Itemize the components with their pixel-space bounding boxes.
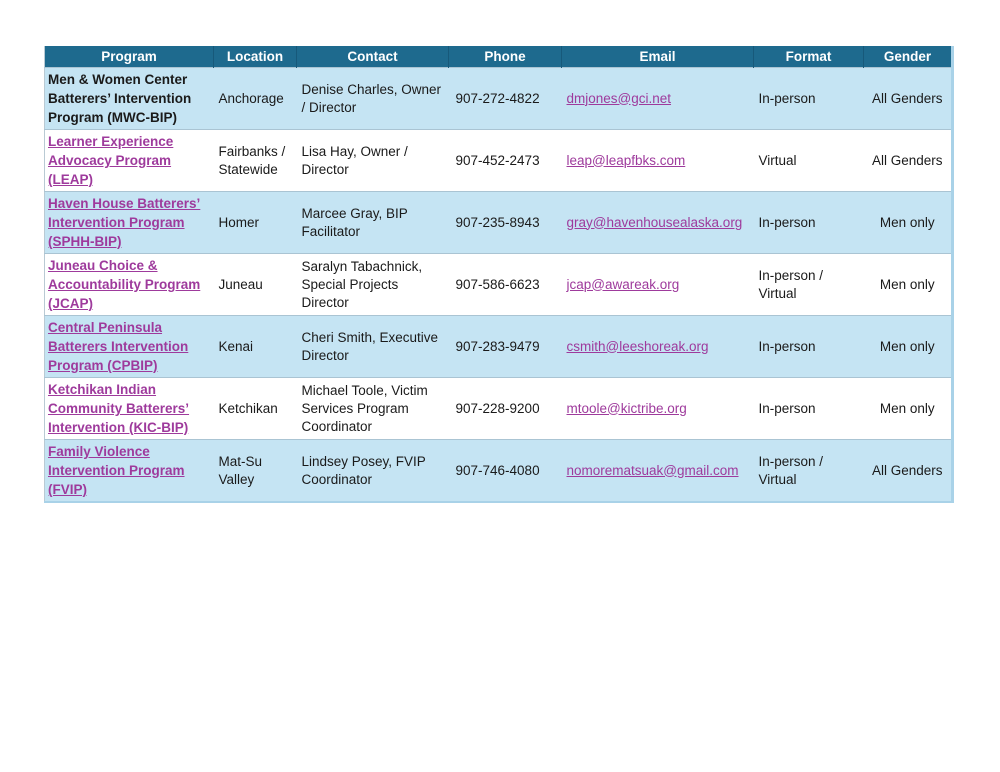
location-cell: Fairbanks / Statewide [214,130,297,192]
gender-cell: All Genders [864,68,953,130]
phone-cell: 907-452-2473 [449,130,562,192]
location-cell: Anchorage [214,68,297,130]
email-cell: leap@leapfbks.com [562,130,754,192]
column-header-phone: Phone [449,46,562,68]
gender-cell: All Genders [864,130,953,192]
email-link[interactable]: jcap@awareak.org [567,277,680,292]
program-cell: Central Peninsula Batterers Intervention… [45,316,214,378]
email-cell: dmjones@gci.net [562,68,754,130]
format-cell: In-person [754,68,864,130]
format-cell: In-person [754,378,864,440]
program-cell: Juneau Choice & Accountability Program (… [45,254,214,316]
format-cell: In-person [754,316,864,378]
gender-cell: Men only [864,316,953,378]
gender-cell: Men only [864,378,953,440]
phone-cell: 907-235-8943 [449,192,562,254]
document-page: ProgramLocationContactPhoneEmailFormatGe… [0,0,1000,772]
table-row: Learner Experience Advocacy Program (LEA… [45,130,953,192]
phone-cell: 907-586-6623 [449,254,562,316]
program-link[interactable]: Family Violence Intervention Program (FV… [48,444,185,497]
email-link[interactable]: leap@leapfbks.com [567,153,686,168]
column-header-format: Format [754,46,864,68]
format-cell: In-person / Virtual [754,440,864,503]
gender-cell: All Genders [864,440,953,503]
column-header-gender: Gender [864,46,953,68]
column-header-email: Email [562,46,754,68]
email-link[interactable]: gray@havenhousealaska.org [567,215,743,230]
program-link[interactable]: Ketchikan Indian Community Batterers’ In… [48,382,189,435]
location-cell: Juneau [214,254,297,316]
location-cell: Mat-Su Valley [214,440,297,503]
contact-cell: Michael Toole, Victim Services Program C… [297,378,449,440]
column-header-program: Program [45,46,214,68]
contact-cell: Lindsey Posey, FVIP Coordinator [297,440,449,503]
email-link[interactable]: dmjones@gci.net [567,91,672,106]
phone-cell: 907-272-4822 [449,68,562,130]
program-link[interactable]: Learner Experience Advocacy Program (LEA… [48,134,173,187]
column-header-contact: Contact [297,46,449,68]
phone-cell: 907-228-9200 [449,378,562,440]
table-row: Ketchikan Indian Community Batterers’ In… [45,378,953,440]
gender-cell: Men only [864,192,953,254]
program-link[interactable]: Juneau Choice & Accountability Program (… [48,258,200,311]
table-header-row: ProgramLocationContactPhoneEmailFormatGe… [45,46,953,68]
program-cell: Ketchikan Indian Community Batterers’ In… [45,378,214,440]
table-row: Men & Women Center Batterers’ Interventi… [45,68,953,130]
format-cell: In-person [754,192,864,254]
format-cell: Virtual [754,130,864,192]
email-cell: jcap@awareak.org [562,254,754,316]
phone-cell: 907-746-4080 [449,440,562,503]
email-link[interactable]: csmith@leeshoreak.org [567,339,709,354]
program-cell: Learner Experience Advocacy Program (LEA… [45,130,214,192]
contact-cell: Lisa Hay, Owner / Director [297,130,449,192]
program-cell: Haven House Batterers’ Intervention Prog… [45,192,214,254]
table-row: Family Violence Intervention Program (FV… [45,440,953,503]
email-cell: gray@havenhousealaska.org [562,192,754,254]
program-cell: Family Violence Intervention Program (FV… [45,440,214,503]
email-link[interactable]: nomorematsuak@gmail.com [567,463,739,478]
program-link[interactable]: Haven House Batterers’ Intervention Prog… [48,196,200,249]
table-row: Central Peninsula Batterers Intervention… [45,316,953,378]
email-link[interactable]: mtoole@kictribe.org [567,401,687,416]
email-cell: nomorematsuak@gmail.com [562,440,754,503]
contact-cell: Cheri Smith, Executive Director [297,316,449,378]
gender-cell: Men only [864,254,953,316]
email-cell: csmith@leeshoreak.org [562,316,754,378]
location-cell: Ketchikan [214,378,297,440]
program-name: Men & Women Center Batterers’ Interventi… [48,72,191,125]
contact-cell: Saralyn Tabachnick, Special Projects Dir… [297,254,449,316]
phone-cell: 907-283-9479 [449,316,562,378]
email-cell: mtoole@kictribe.org [562,378,754,440]
table-row: Haven House Batterers’ Intervention Prog… [45,192,953,254]
contact-cell: Denise Charles, Owner / Director [297,68,449,130]
column-header-location: Location [214,46,297,68]
contact-cell: Marcee Gray, BIP Facilitator [297,192,449,254]
location-cell: Homer [214,192,297,254]
program-link[interactable]: Central Peninsula Batterers Intervention… [48,320,188,373]
table-row: Juneau Choice & Accountability Program (… [45,254,953,316]
program-cell: Men & Women Center Batterers’ Interventi… [45,68,214,130]
format-cell: In-person / Virtual [754,254,864,316]
location-cell: Kenai [214,316,297,378]
programs-table: ProgramLocationContactPhoneEmailFormatGe… [44,46,954,503]
